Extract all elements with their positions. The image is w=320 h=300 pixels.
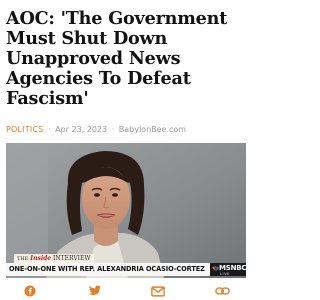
lower-third-caption: ONE-ON-ONE WITH REP. ALEXANDRIA OCASIO-C… <box>9 265 205 273</box>
article-source: BabylonBee.com <box>118 125 187 134</box>
article-headline: AOC: 'The Government Must Shut Down Unap… <box>6 8 228 109</box>
category-link[interactable]: POLITICS <box>6 125 43 134</box>
email-share-button[interactable] <box>148 284 168 298</box>
meta-separator: · <box>48 125 51 134</box>
facebook-share-button[interactable] <box>20 284 40 298</box>
article-hero-image[interactable]: THE Inside INTERVIEW ONE-ON-ONE WITH REP… <box>6 143 246 278</box>
link-icon <box>214 287 230 295</box>
twitter-icon <box>88 285 101 295</box>
twitter-share-button[interactable] <box>84 284 104 298</box>
lower-third-banner: ONE-ON-ONE WITH REP. ALEXANDRIA OCASIO-C… <box>6 263 246 276</box>
msnbc-logo: MSNBC LIVE <box>210 263 246 276</box>
facebook-icon <box>24 285 36 297</box>
article-meta: POLITICS · Apr 23, 2023 · BabylonBee.com <box>6 125 186 134</box>
share-bar <box>0 281 252 300</box>
copy-link-button[interactable] <box>212 284 232 298</box>
article-date: Apr 23, 2023 <box>55 125 108 134</box>
peacock-icon <box>212 266 219 271</box>
show-title-label: THE Inside INTERVIEW <box>14 254 94 263</box>
meta-separator: · <box>111 125 115 134</box>
email-icon <box>151 285 165 297</box>
